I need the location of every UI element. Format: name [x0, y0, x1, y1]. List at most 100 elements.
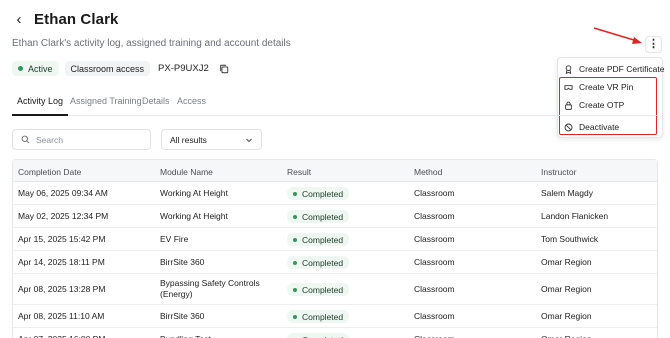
chevron-left-icon: ‹	[16, 10, 22, 28]
tab-access[interactable]: Access	[177, 96, 206, 106]
cell-instructor: Omar Region	[541, 284, 592, 294]
table-row[interactable]: Apr 15, 2025 15:42 PM EV Fire Completed Cla…	[13, 228, 657, 251]
status-badge: Completed	[287, 333, 350, 338]
cell-method: Classroom	[414, 334, 455, 338]
certificate-icon	[565, 64, 572, 74]
menu-item-label: Deactivate	[579, 122, 620, 132]
status-badge: Completed	[287, 256, 350, 269]
activity-log-table: Completion Date Module Name Result Metho…	[12, 159, 658, 338]
status-dot-icon	[18, 66, 23, 71]
cell-method: Classroom	[414, 257, 455, 267]
cell-method: Classroom	[414, 311, 455, 321]
menu-item-create-pdf-certificate[interactable]: Create PDF Certificate	[564, 62, 665, 76]
page-header: ‹ Ethan Clark	[12, 10, 119, 28]
cell-module-name: Working At Height	[160, 188, 228, 198]
table-row[interactable]: May 02, 2025 12:34 PM Working At Height Co…	[13, 205, 657, 228]
cell-completion-date: May 06, 2025 09:34 AM	[18, 188, 108, 198]
cell-completion-date: Apr 08, 2025 13:28 PM	[18, 284, 106, 294]
active-tab-indicator	[12, 114, 68, 116]
vr-headset-icon	[564, 84, 573, 90]
table-row[interactable]: Apr 08, 2025 13:28 PM Bypassing Safety Co…	[13, 274, 657, 305]
more-actions-button[interactable]: ⋮	[645, 36, 662, 53]
menu-item-label: Create PDF Certificate	[579, 64, 665, 74]
cell-module-name: Bundling Test	[160, 334, 211, 338]
cell-instructor: Salem Magdy	[541, 188, 593, 198]
cell-module-name: BirrSite 360	[160, 311, 205, 321]
status-dot-icon	[293, 314, 297, 319]
table-header: Completion Date Module Name Result Metho…	[13, 160, 657, 182]
cell-instructor: Omar Region	[541, 311, 592, 321]
cell-completion-date: Apr 14, 2025 18:11 PM	[18, 257, 105, 267]
user-meta-row: Active Classroom access PX-P9UXJ2	[12, 61, 229, 76]
status-badge: Completed	[287, 310, 350, 323]
tab-activity-log[interactable]: Activity Log	[17, 96, 63, 106]
search-input[interactable]	[36, 134, 146, 145]
page-subtitle: Ethan Clark's activity log, assigned tra…	[12, 38, 291, 49]
tab-details[interactable]: Details	[142, 96, 170, 106]
search-icon	[21, 135, 30, 144]
status-badge: Completed	[287, 187, 350, 200]
status-badge-label: Completed	[302, 234, 344, 245]
status-badge-label: Active	[28, 63, 53, 74]
status-dot-icon	[293, 214, 297, 219]
status-badge-label: Completed	[302, 211, 344, 222]
tab-bar: Activity Log Assigned Training Details A…	[12, 92, 658, 116]
status-dot-icon	[293, 237, 297, 242]
cell-instructor: Tom Southwick	[541, 234, 599, 244]
deactivate-icon	[564, 123, 573, 131]
cell-completion-date: Apr 07, 2025 16:00 PM	[18, 334, 105, 338]
tab-assigned-training[interactable]: Assigned Training	[70, 96, 142, 106]
results-filter-select[interactable]: All results	[161, 129, 262, 150]
status-badge: Active	[12, 61, 59, 76]
status-dot-icon	[293, 287, 297, 292]
column-header-method: Method	[414, 167, 443, 177]
status-dot-icon	[293, 191, 297, 196]
access-badge: Classroom access	[64, 61, 151, 76]
access-badge-label: Classroom access	[70, 63, 145, 74]
cell-module-name-line2: (Energy)	[160, 289, 193, 299]
status-badge-label: Completed	[302, 284, 344, 295]
cell-module-name: EV Fire	[160, 234, 189, 244]
chevron-down-icon	[246, 138, 252, 142]
cell-module-name: BirrSite 360	[160, 257, 205, 267]
cell-completion-date: May 02, 2025 12:34 PM	[18, 211, 109, 221]
cell-module-name-line1: Bypassing Safety Controls	[160, 278, 260, 288]
cell-instructor: Landon Flanicken	[541, 211, 609, 221]
status-badge-label: Completed	[302, 311, 344, 322]
status-badge: Completed	[287, 210, 350, 223]
cell-completion-date: Apr 15, 2025 15:42 PM	[18, 234, 106, 244]
kebab-menu-icon: ⋮	[648, 38, 659, 50]
cell-method: Classroom	[414, 211, 455, 221]
menu-item-deactivate[interactable]: Deactivate	[564, 120, 619, 134]
results-filter-value: All results	[170, 134, 207, 145]
status-badge-label: Completed	[302, 335, 343, 338]
cell-instructor: Omar Region	[541, 257, 592, 267]
cell-module-name: Working At Height	[160, 211, 228, 221]
status-badge: Completed	[287, 233, 350, 246]
status-badge: Completed	[287, 283, 350, 296]
cell-method: Classroom	[414, 234, 455, 244]
column-header-completion-date: Completion Date	[18, 167, 82, 177]
status-badge-label: Completed	[302, 188, 344, 199]
cell-instructor: Omar Region	[541, 334, 592, 338]
search-box[interactable]	[12, 129, 151, 150]
cell-module-name: Bypassing Safety Controls (Energy)	[160, 278, 260, 300]
copy-icon[interactable]	[219, 64, 229, 74]
table-row[interactable]: Apr 14, 2025 18:11 PM BirrSite 360 Complet…	[13, 251, 657, 274]
status-dot-icon	[293, 260, 297, 265]
back-button[interactable]: ‹	[12, 10, 26, 28]
user-code: PX-P9UXJ2	[158, 63, 209, 74]
cell-completion-date: Apr 08, 2025 11:10 AM	[18, 311, 105, 321]
status-badge-label: Completed	[302, 257, 344, 268]
menu-item-label: Create VR Pin	[579, 82, 634, 92]
table-row[interactable]: Apr 08, 2025 11:10 AM BirrSite 360 Complet…	[13, 305, 657, 328]
table-row[interactable]: May 06, 2025 09:34 AM Working At Height Co…	[13, 182, 657, 205]
column-header-result: Result	[287, 167, 312, 177]
column-header-module-name: Module Name	[160, 167, 213, 177]
table-body: May 06, 2025 09:34 AM Working At Height Co…	[13, 182, 657, 338]
page-title: Ethan Clark	[34, 10, 119, 28]
column-header-instructor: Instructor	[541, 167, 577, 177]
table-row[interactable]: Apr 07, 2025 16:00 PM Bundling Test Comple…	[13, 328, 657, 338]
cell-method: Classroom	[414, 284, 455, 294]
annotation-arrow	[593, 27, 642, 44]
